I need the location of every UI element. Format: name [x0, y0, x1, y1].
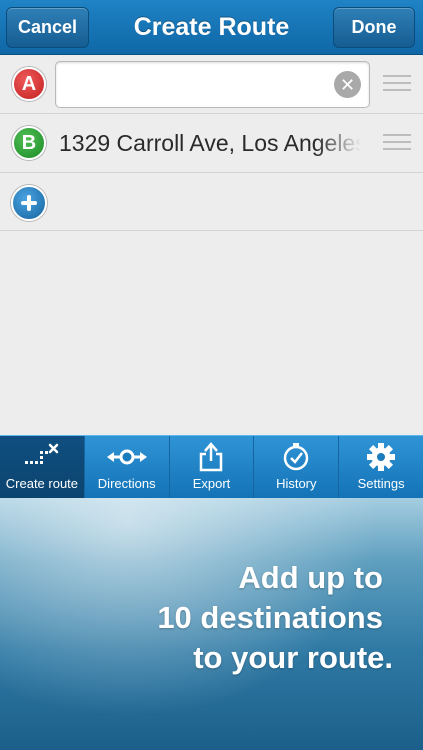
navigation-bar: Cancel Create Route Done: [0, 0, 423, 55]
tab-export[interactable]: Export: [170, 436, 255, 498]
reorder-handle-icon[interactable]: [383, 134, 411, 152]
stop-a-input[interactable]: [55, 61, 370, 108]
gear-icon: [366, 440, 396, 474]
stop-a-marker: A: [12, 67, 46, 101]
history-icon: [281, 440, 311, 474]
export-icon: [198, 440, 224, 474]
promo-banner: Add up to 10 destinations to your route.: [0, 498, 423, 750]
tab-settings[interactable]: Settings: [339, 436, 423, 498]
promo-line-1: Add up to: [238, 560, 383, 595]
tab-history[interactable]: History: [254, 436, 340, 498]
cancel-button[interactable]: Cancel: [6, 7, 89, 48]
route-stop-b[interactable]: B 1329 Carroll Ave, Los Angeles: [0, 114, 423, 173]
promo-line-3: to your route.: [193, 640, 393, 675]
directions-icon: [105, 440, 149, 474]
promo-line-2: 10 destinations: [157, 600, 383, 635]
tab-label: Directions: [97, 476, 156, 491]
add-stop-button[interactable]: [11, 185, 47, 221]
create-route-icon: [22, 440, 62, 474]
route-editor: A ✕ B 1329 Carroll Ave, Los Angeles: [0, 55, 423, 435]
tab-label: Settings: [357, 476, 405, 491]
done-button[interactable]: Done: [333, 7, 415, 48]
tab-bar: Create route Directions Export History S…: [0, 435, 423, 498]
tab-label: History: [276, 476, 317, 491]
tab-create-route[interactable]: Create route: [0, 436, 85, 498]
route-stop-a: A ✕: [0, 55, 423, 114]
tab-directions[interactable]: Directions: [85, 436, 170, 498]
promo-text: Add up to 10 destinations to your route.: [157, 558, 393, 678]
clear-icon[interactable]: ✕: [334, 71, 361, 98]
stop-b-marker: B: [12, 126, 46, 160]
stop-b-address[interactable]: 1329 Carroll Ave, Los Angeles: [59, 114, 361, 173]
tab-label: Export: [192, 476, 231, 491]
tab-label: Create route: [5, 476, 79, 491]
add-stop-row: [0, 173, 423, 231]
page-title: Create Route: [133, 13, 290, 41]
reorder-handle-icon[interactable]: [383, 75, 411, 93]
